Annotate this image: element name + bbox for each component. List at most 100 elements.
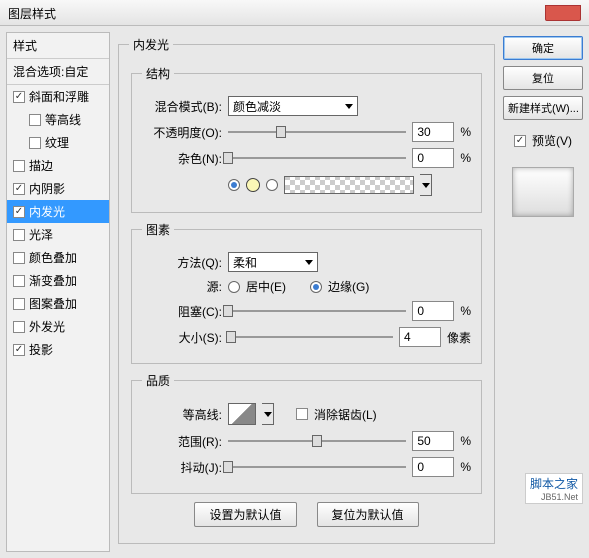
ok-button[interactable]: 确定 xyxy=(503,36,583,60)
sidebar-item-11[interactable]: 投影 xyxy=(7,338,109,361)
contour-picker[interactable] xyxy=(228,403,256,425)
panel-inner-glow: 内发光 结构 混合模式(B): 颜色减淡 不透明度(O): 30 % xyxy=(118,36,495,544)
source-center-label: 居中(E) xyxy=(246,278,286,295)
watermark-line2: JB51.Net xyxy=(530,492,578,502)
cancel-button[interactable]: 复位 xyxy=(503,66,583,90)
sidebar-item-label: 光泽 xyxy=(29,226,53,243)
noise-unit: % xyxy=(460,151,471,165)
close-icon[interactable] xyxy=(545,5,581,21)
sidebar-item-6[interactable]: 光泽 xyxy=(7,223,109,246)
sidebar-item-label: 描边 xyxy=(29,157,53,174)
sidebar-header: 样式 xyxy=(7,33,109,59)
opacity-slider[interactable] xyxy=(228,124,406,140)
color-solid-radio[interactable] xyxy=(228,179,240,191)
range-slider[interactable] xyxy=(228,433,406,449)
size-slider[interactable] xyxy=(228,329,393,345)
sidebar-checkbox[interactable] xyxy=(13,160,25,172)
legend-elements: 图素 xyxy=(142,221,174,238)
preview-swatch xyxy=(512,167,574,217)
jitter-unit: % xyxy=(460,460,471,474)
gradient-dropdown[interactable] xyxy=(420,174,432,196)
antialias-checkbox[interactable] xyxy=(296,408,308,420)
blend-mode-select[interactable]: 颜色减淡 xyxy=(228,96,358,116)
watermark: 脚本之家 JB51.Net xyxy=(525,473,583,504)
opacity-label: 不透明度(O): xyxy=(142,124,222,141)
chevron-down-icon xyxy=(264,412,272,417)
sidebar-checkbox[interactable] xyxy=(29,114,41,126)
sidebar-item-label: 渐变叠加 xyxy=(29,272,77,289)
chevron-down-icon xyxy=(345,104,353,109)
choke-input[interactable]: 0 xyxy=(412,301,454,321)
method-value: 柔和 xyxy=(233,254,257,271)
sidebar-checkbox[interactable] xyxy=(13,91,25,103)
sidebar-checkbox[interactable] xyxy=(13,252,25,264)
sidebar-subheader[interactable]: 混合选项:自定 xyxy=(7,59,109,85)
noise-slider[interactable] xyxy=(228,150,406,166)
sidebar-checkbox[interactable] xyxy=(29,137,41,149)
sidebar-item-label: 斜面和浮雕 xyxy=(29,88,89,105)
jitter-label: 抖动(J): xyxy=(142,459,222,476)
sidebar-checkbox[interactable] xyxy=(13,229,25,241)
sidebar-item-7[interactable]: 颜色叠加 xyxy=(7,246,109,269)
chevron-down-icon xyxy=(305,260,313,265)
window-title: 图层样式 xyxy=(8,5,56,20)
sidebar-item-2[interactable]: 纹理 xyxy=(7,131,109,154)
blend-mode-label: 混合模式(B): xyxy=(142,98,222,115)
size-unit: 像素 xyxy=(447,329,471,346)
sidebar-checkbox[interactable] xyxy=(13,275,25,287)
jitter-slider[interactable] xyxy=(228,459,406,475)
sidebar-item-0[interactable]: 斜面和浮雕 xyxy=(7,85,109,108)
sidebar-checkbox[interactable] xyxy=(13,321,25,333)
noise-label: 杂色(N): xyxy=(142,150,222,167)
sidebar-item-label: 内发光 xyxy=(29,203,65,220)
sidebar-item-4[interactable]: 内阴影 xyxy=(7,177,109,200)
legend-structure: 结构 xyxy=(142,65,174,82)
panel-title: 内发光 xyxy=(129,36,173,53)
sidebar-item-10[interactable]: 外发光 xyxy=(7,315,109,338)
source-center-radio[interactable] xyxy=(228,281,240,293)
size-label: 大小(S): xyxy=(142,329,222,346)
sidebar-checkbox[interactable] xyxy=(13,344,25,356)
sidebar-checkbox[interactable] xyxy=(13,206,25,218)
sidebar-item-label: 外发光 xyxy=(29,318,65,335)
group-structure: 结构 混合模式(B): 颜色减淡 不透明度(O): 30 % 杂色(N): xyxy=(131,65,482,213)
method-select[interactable]: 柔和 xyxy=(228,252,318,272)
source-label: 源: xyxy=(142,278,222,295)
source-edge-radio[interactable] xyxy=(310,281,322,293)
sidebar-item-label: 投影 xyxy=(29,341,53,358)
sidebar-item-9[interactable]: 图案叠加 xyxy=(7,292,109,315)
reset-default-button[interactable]: 复位为默认值 xyxy=(317,502,419,527)
choke-label: 阻塞(C): xyxy=(142,303,222,320)
blend-mode-value: 颜色减淡 xyxy=(233,98,281,115)
color-gradient-radio[interactable] xyxy=(266,179,278,191)
range-input[interactable]: 50 xyxy=(412,431,454,451)
sidebar-item-label: 颜色叠加 xyxy=(29,249,77,266)
contour-label: 等高线: xyxy=(142,406,222,423)
watermark-line1: 脚本之家 xyxy=(530,477,578,491)
sidebar-item-5[interactable]: 内发光 xyxy=(7,200,109,223)
make-default-button[interactable]: 设置为默认值 xyxy=(194,502,296,527)
new-style-button[interactable]: 新建样式(W)... xyxy=(503,96,583,120)
sidebar-item-label: 内阴影 xyxy=(29,180,65,197)
sidebar-item-3[interactable]: 描边 xyxy=(7,154,109,177)
sidebar-item-label: 图案叠加 xyxy=(29,295,77,312)
legend-quality: 品质 xyxy=(142,372,174,389)
sidebar-checkbox[interactable] xyxy=(13,183,25,195)
choke-slider[interactable] xyxy=(228,303,406,319)
contour-dropdown[interactable] xyxy=(262,403,274,425)
sidebar-item-8[interactable]: 渐变叠加 xyxy=(7,269,109,292)
size-input[interactable]: 4 xyxy=(399,327,441,347)
jitter-input[interactable]: 0 xyxy=(412,457,454,477)
style-list: 样式 混合选项:自定 斜面和浮雕等高线纹理描边内阴影内发光光泽颜色叠加渐变叠加图… xyxy=(6,32,110,552)
sidebar-item-label: 纹理 xyxy=(45,134,69,151)
opacity-input[interactable]: 30 xyxy=(412,122,454,142)
chevron-down-icon xyxy=(422,183,430,188)
method-label: 方法(Q): xyxy=(142,254,222,271)
preview-checkbox[interactable] xyxy=(514,135,526,147)
color-picker[interactable] xyxy=(246,178,260,192)
gradient-picker[interactable] xyxy=(284,176,414,194)
sidebar-checkbox[interactable] xyxy=(13,298,25,310)
noise-input[interactable]: 0 xyxy=(412,148,454,168)
opacity-unit: % xyxy=(460,125,471,139)
sidebar-item-1[interactable]: 等高线 xyxy=(7,108,109,131)
